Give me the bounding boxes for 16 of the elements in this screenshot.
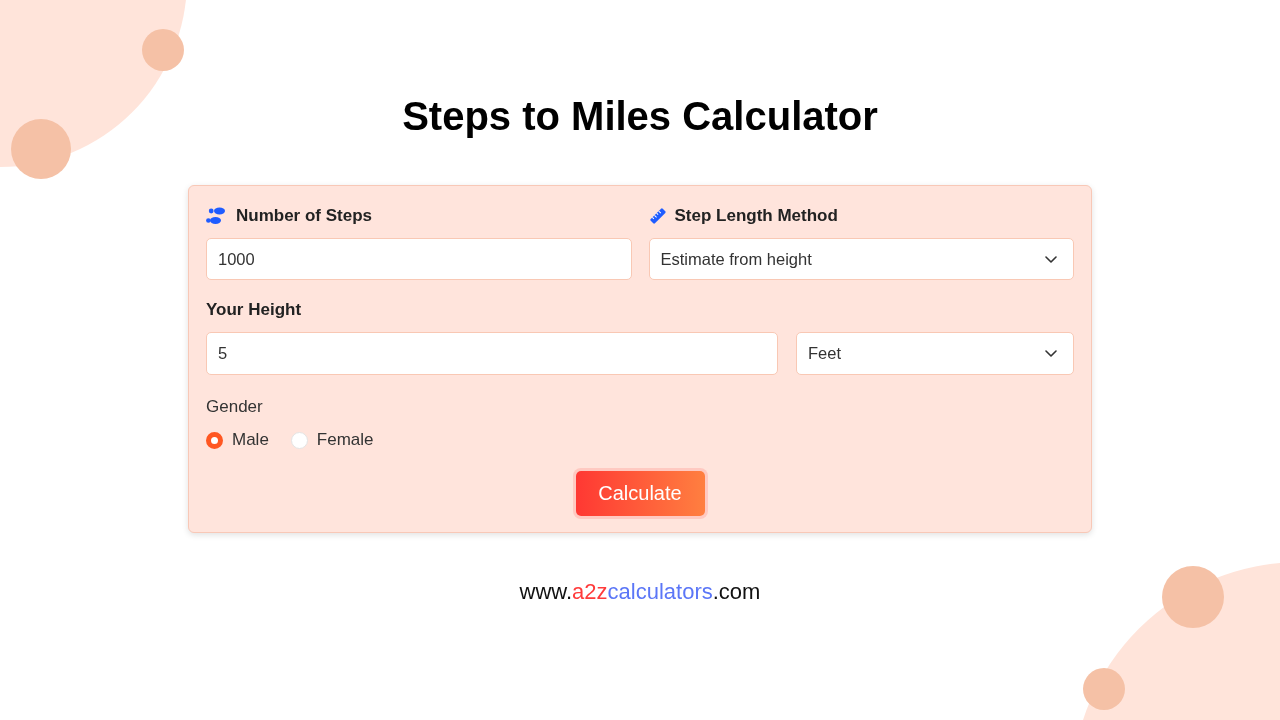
field-label: Step Length Method bbox=[674, 206, 838, 226]
unit-dropdown[interactable]: Feet bbox=[796, 332, 1074, 375]
steps-input[interactable]: 1000 bbox=[206, 238, 632, 280]
website-url: www.a2zcalculators.com bbox=[519, 578, 761, 606]
footprints-icon bbox=[206, 207, 226, 225]
chevron-down-icon bbox=[1045, 350, 1057, 357]
radio-button[interactable] bbox=[206, 431, 223, 449]
method-dropdown[interactable]: Estimate from height bbox=[648, 238, 1074, 280]
chevron-down-icon bbox=[1045, 255, 1057, 263]
gender-label: Gender bbox=[206, 396, 264, 418]
radio-label[interactable]: Female bbox=[316, 430, 374, 450]
radio-label[interactable]: Male bbox=[232, 430, 269, 450]
page-title: Steps to Miles Calculator bbox=[402, 93, 878, 140]
field-label: Number of Steps bbox=[236, 206, 373, 226]
field-label: Your Height bbox=[206, 300, 302, 320]
height-input[interactable]: 5 bbox=[206, 332, 778, 375]
